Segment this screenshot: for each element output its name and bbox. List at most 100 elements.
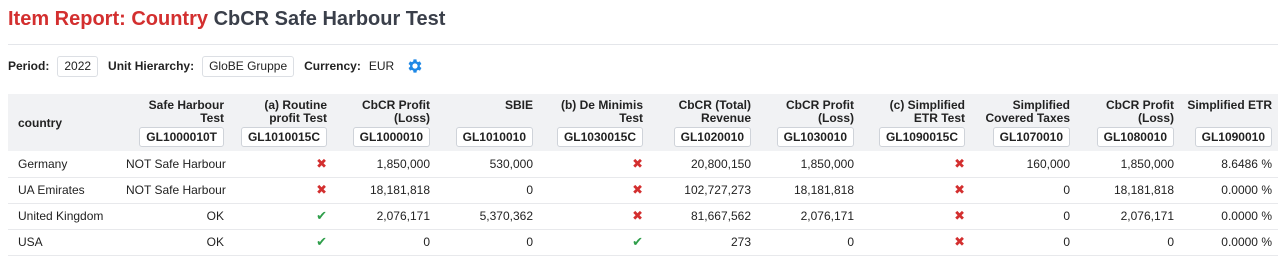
checkmark-icon: ✔ <box>316 234 327 249</box>
account-code-badge: GL1090015C <box>878 127 965 147</box>
cross-icon: ✖ <box>954 208 965 223</box>
checkmark-icon: ✔ <box>316 208 327 223</box>
column-header[interactable]: (a) Routine profit Test GL1010015C <box>230 94 333 151</box>
table-row[interactable]: USA OK ✔ 0 0 ✔ 273 0 ✖ 0 0 0.0000 % <box>8 229 1278 256</box>
value-cell: 0 <box>1076 229 1180 256</box>
checkmark-icon: ✔ <box>632 234 643 249</box>
cross-icon: ✖ <box>316 155 327 171</box>
status-cell: ✔ <box>539 229 649 256</box>
account-code-badge: GL1000010T <box>139 127 224 147</box>
value-cell: 102,727,273 <box>649 177 757 204</box>
value-cell: 8.6486 % <box>1180 151 1278 178</box>
column-header[interactable]: CbCR Profit (Loss) GL1030010 <box>757 94 860 151</box>
column-header[interactable]: Simplified ETR GL1090010 <box>1180 94 1278 151</box>
country-cell: United Kingdom <box>8 203 120 230</box>
column-header[interactable]: Simplified Covered Taxes GL1070010 <box>971 94 1076 151</box>
table-row[interactable]: UA Emirates NOT Safe Harbour ✖ 18,181,818 0 ✖… <box>8 177 1278 204</box>
value-cell: 81,667,562 <box>649 203 757 230</box>
status-cell: ✔ <box>230 229 333 256</box>
column-header-label: Simplified ETR <box>1187 98 1272 112</box>
value-cell: 273 <box>649 229 757 256</box>
account-code-badge: GL1080010 <box>1096 127 1174 147</box>
account-code-badge: GL1010015C <box>240 127 327 147</box>
currency-value[interactable]: EUR <box>369 59 394 73</box>
table-body: Germany NOT Safe Harbour ✖ 1,850,000 530,000… <box>8 151 1278 256</box>
status-cell: ✖ <box>539 151 649 178</box>
column-header-label: SBIE <box>504 98 533 112</box>
value-cell: 5,370,362 <box>436 203 539 230</box>
country-column-header[interactable]: country <box>8 94 120 151</box>
column-header-label: (c) Simplified ETR Test <box>889 98 965 125</box>
status-cell: ✖ <box>230 177 333 204</box>
status-cell: ✖ <box>860 177 971 204</box>
cross-icon: ✖ <box>954 155 965 171</box>
value-cell: 160,000 <box>971 151 1076 178</box>
account-code-badge: GL1010010 <box>455 127 533 147</box>
status-cell: ✖ <box>860 229 971 256</box>
column-header[interactable]: SBIE GL1010010 <box>436 94 539 151</box>
unit-hierarchy-label: Unit Hierarchy: <box>108 59 195 73</box>
period-select[interactable]: 2022 <box>57 55 99 77</box>
cross-icon: ✖ <box>954 182 965 197</box>
value-cell: 0 <box>757 229 860 256</box>
column-header-label: (b) De Minimis Test <box>560 98 643 125</box>
account-code-badge: GL1000010 <box>352 127 430 147</box>
value-cell: 2,076,171 <box>333 203 436 230</box>
value-cell: 1,850,000 <box>1076 151 1180 178</box>
value-cell: 0 <box>971 229 1076 256</box>
value-cell: 0.0000 % <box>1180 177 1278 204</box>
cross-icon: ✖ <box>632 208 643 223</box>
value-cell: 0 <box>971 203 1076 230</box>
cross-icon: ✖ <box>632 155 643 171</box>
column-header[interactable]: CbCR Profit (Loss) GL1000010 <box>333 94 436 151</box>
value-cell: 20,800,150 <box>649 151 757 178</box>
table-header: country Safe Harbour Test GL1000010T (a) R… <box>8 94 1278 151</box>
status-cell: ✖ <box>539 203 649 230</box>
value-cell: 1,850,000 <box>757 151 860 178</box>
value-cell: 0.0000 % <box>1180 203 1278 230</box>
value-cell: OK <box>120 229 230 256</box>
column-header[interactable]: (c) Simplified ETR Test GL1090015C <box>860 94 971 151</box>
country-cell: UA Emirates <box>8 177 120 204</box>
value-cell: 1,850,000 <box>333 151 436 178</box>
column-header-label: Simplified Covered Taxes <box>985 98 1071 125</box>
page-title-name: CbCR Safe Harbour Test <box>213 8 446 30</box>
value-cell: 0 <box>436 177 539 204</box>
country-cell: Germany <box>8 151 120 178</box>
column-header[interactable]: (b) De Minimis Test GL1030015C <box>539 94 649 151</box>
value-cell: 530,000 <box>436 151 539 178</box>
status-cell: ✔ <box>230 203 333 230</box>
value-cell: NOT Safe Harbour <box>120 177 230 204</box>
value-cell: 0 <box>436 229 539 256</box>
value-cell: 0.0000 % <box>1180 229 1278 256</box>
value-cell: 18,181,818 <box>1076 177 1180 204</box>
column-header-label: CbCR Profit (Loss) <box>1106 98 1174 125</box>
column-header[interactable]: CbCR Profit (Loss) GL1080010 <box>1076 94 1180 151</box>
status-cell: ✖ <box>860 151 971 178</box>
cross-icon: ✖ <box>632 182 643 197</box>
column-header-label: CbCR Profit (Loss) <box>786 98 854 125</box>
unit-hierarchy-select[interactable]: GloBE Gruppe <box>202 55 295 77</box>
period-label: Period: <box>8 59 50 73</box>
status-cell: ✖ <box>539 177 649 204</box>
column-header[interactable]: CbCR (Total) Revenue GL1020010 <box>649 94 757 151</box>
column-header-label: CbCR Profit (Loss) <box>362 98 430 125</box>
status-cell: ✖ <box>230 151 333 178</box>
column-header-label: CbCR (Total) Revenue <box>678 98 751 125</box>
account-code-badge: GL1030010 <box>776 127 854 147</box>
page-title: Item Report: Country CbCR Safe Harbour T… <box>8 8 445 31</box>
account-code-badge: GL1030015C <box>556 127 643 147</box>
account-code-badge: GL1020010 <box>673 127 751 147</box>
value-cell: 2,076,171 <box>757 203 860 230</box>
value-cell: 18,181,818 <box>333 177 436 204</box>
column-header[interactable]: Safe Harbour Test GL1000010T <box>120 94 230 151</box>
country-cell: USA <box>8 229 120 256</box>
table-row[interactable]: Germany NOT Safe Harbour ✖ 1,850,000 530,000… <box>8 151 1278 178</box>
cross-icon: ✖ <box>316 182 327 197</box>
filter-bar: Period: 2022 Unit Hierarchy: GloBE Grupp… <box>8 55 424 77</box>
gear-icon[interactable] <box>406 57 424 75</box>
value-cell: 18,181,818 <box>757 177 860 204</box>
currency-label: Currency: <box>304 59 361 73</box>
column-header-label: (a) Routine profit Test <box>264 98 327 125</box>
table-row[interactable]: United Kingdom OK ✔ 2,076,171 5,370,362 ✖ 81,6… <box>8 203 1278 230</box>
